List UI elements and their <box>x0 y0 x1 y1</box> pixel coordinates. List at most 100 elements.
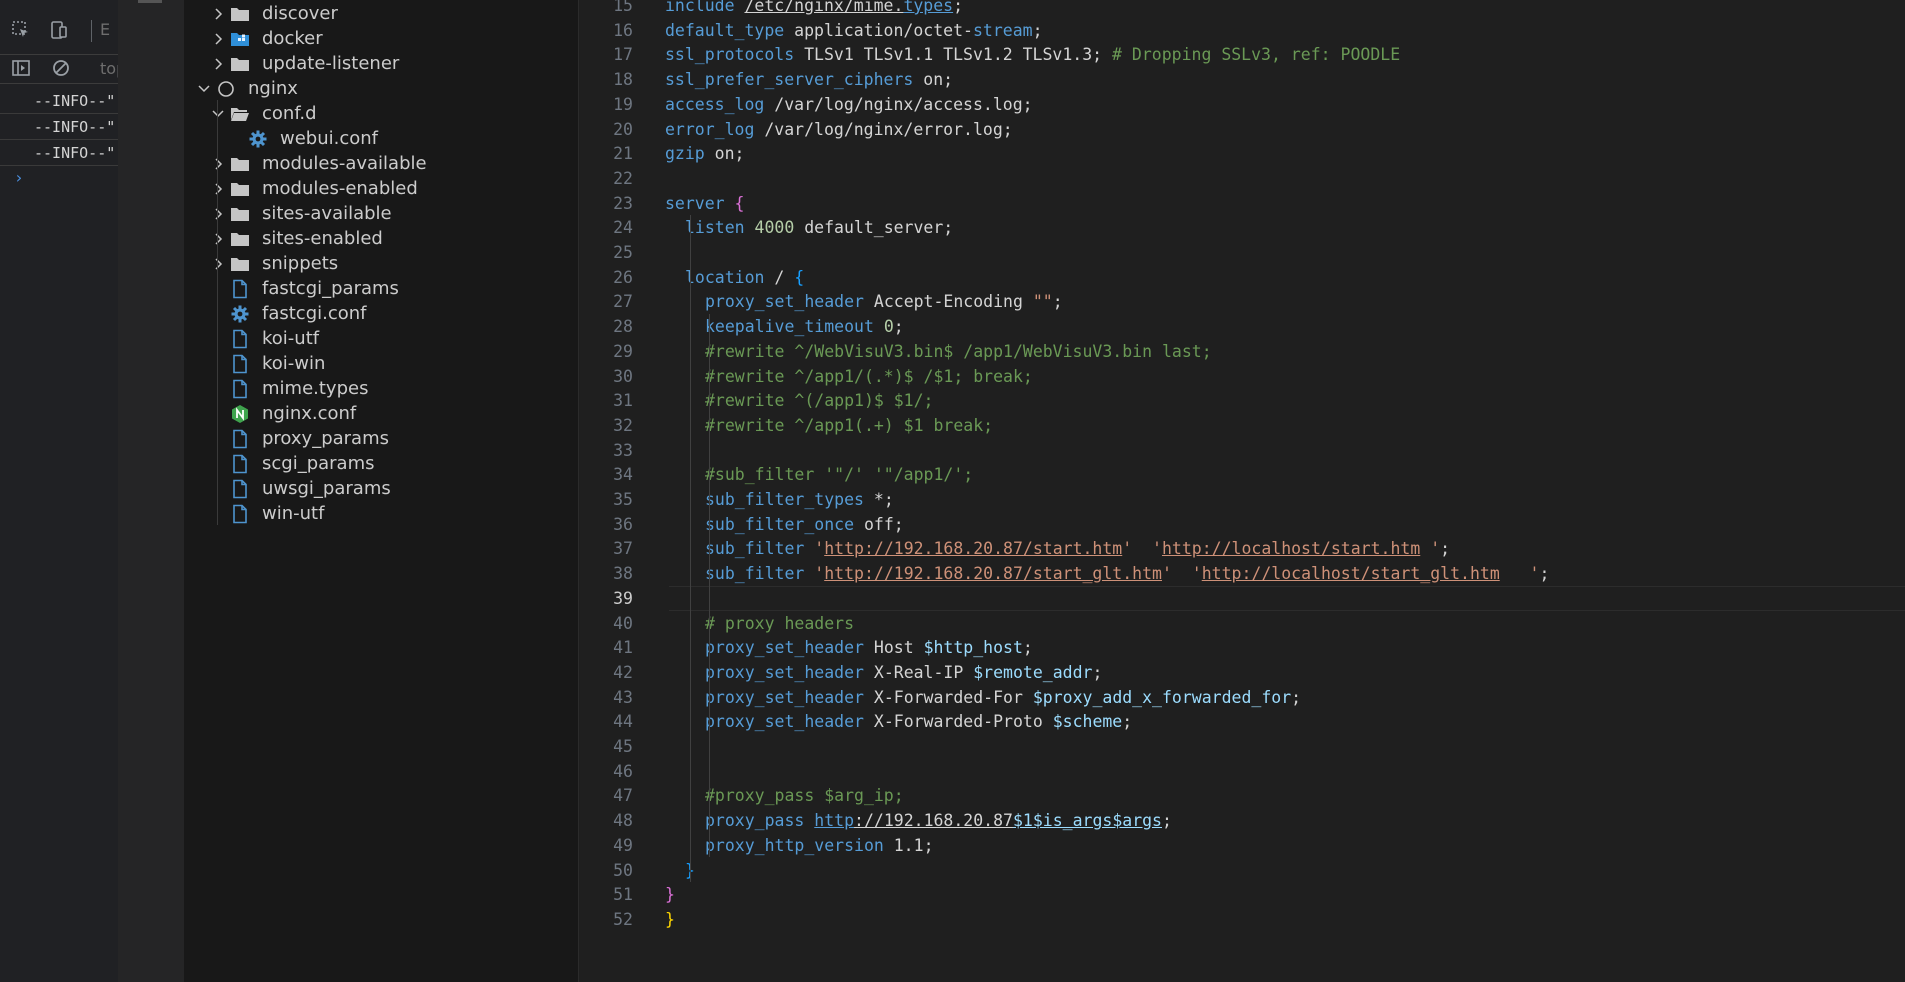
code-line[interactable]: 47 #proxy_pass $arg_ip; <box>579 783 1905 808</box>
code-line[interactable]: 30 #rewrite ^/app1/(.*)$ /$1; break; <box>579 364 1905 389</box>
code-line[interactable]: 49 proxy_http_version 1.1; <box>579 833 1905 858</box>
activity-gutter <box>118 0 184 982</box>
code-line[interactable]: 28 keepalive_timeout 0; <box>579 314 1905 339</box>
code-text: sub_filter_once off; <box>705 512 904 537</box>
line-number: 45 <box>613 737 633 756</box>
line-number: 15 <box>613 0 633 15</box>
line-number: 37 <box>613 539 633 559</box>
log-text: --INFO--" <box>34 92 116 110</box>
tree-item-win-utf[interactable]: win-utf <box>184 499 578 529</box>
code-token: ' ' <box>1161 564 1202 584</box>
code-token: X-Forwarded-For <box>873 687 1033 707</box>
code-line[interactable]: 23 server { <box>579 191 1905 216</box>
console-prompt[interactable]: › <box>14 168 24 187</box>
code-line[interactable]: 38 sub_filter 'http://192.168.20.87/start… <box>579 561 1905 586</box>
code-line[interactable]: 26 location / { <box>579 265 1905 290</box>
code-text: default_type application/octet-stream; <box>665 18 1043 43</box>
code-token: ; <box>1122 712 1133 732</box>
code-line[interactable]: 44 proxy_set_header X-Forwarded-Proto $sc… <box>579 709 1905 734</box>
code-text: location / { <box>685 265 804 290</box>
line-number: 44 <box>613 712 633 732</box>
docker-folder-icon <box>230 29 250 49</box>
code-line[interactable]: 19 access_log /var/log/nginx/access.log; <box>579 92 1905 117</box>
code-text: #rewrite ^/WebVisuV3.bin$ /app1/WebVisuV… <box>705 339 1212 364</box>
tree-item-label: win-utf <box>262 503 325 524</box>
code-editor[interactable]: ⌶ 15include /etc/nginx/mime.types;16defa… <box>579 0 1905 982</box>
code-token: http://192.168.20.87/start.htm <box>824 539 1123 559</box>
toolbar-divider <box>91 20 92 42</box>
code-line[interactable]: 25 <box>579 240 1905 265</box>
code-token: proxy_set_header <box>705 638 874 658</box>
clear-console-icon[interactable] <box>50 58 72 80</box>
line-number: 43 <box>613 687 633 707</box>
code-line[interactable]: 46 <box>579 759 1905 784</box>
device-toolbar-icon[interactable] <box>48 20 70 42</box>
line-number: 22 <box>613 168 633 188</box>
code-token: "" <box>1032 292 1053 312</box>
code-token: ; <box>1092 45 1113 65</box>
code-line[interactable]: 41 proxy_set_header Host $http_host; <box>579 635 1905 660</box>
inspect-element-icon[interactable] <box>10 20 32 42</box>
sidebar-toggle-icon[interactable] <box>10 58 32 80</box>
console-log-entry: --INFO--" <box>0 114 118 140</box>
code-line[interactable]: 27 proxy_set_header Accept-Encoding ""; <box>579 289 1905 314</box>
code-token: ' <box>814 564 825 584</box>
code-text: error_log /var/log/nginx/error.log; <box>665 117 1013 142</box>
code-line[interactable]: 33 <box>579 438 1905 463</box>
line-number: 40 <box>613 613 633 633</box>
code-token: ; <box>943 70 954 90</box>
code-line[interactable]: 48 proxy_pass http://192.168.20.87$1$is_a… <box>579 808 1905 833</box>
code-line[interactable]: 43 proxy_set_header X-Forwarded-For $prox… <box>579 685 1905 710</box>
code-line[interactable]: 37 sub_filter 'http://192.168.20.87/start… <box>579 536 1905 561</box>
code-line[interactable]: 24 listen 4000 default_server; <box>579 215 1905 240</box>
code-line[interactable]: 18 ssl_prefer_server_ciphers on; <box>579 67 1905 92</box>
code-token: http <box>814 811 855 831</box>
code-line[interactable]: 15 include /etc/nginx/mime.types; <box>579 0 1905 18</box>
log-text: --INFO--" <box>34 144 116 162</box>
code-line[interactable]: 21 gzip on; <box>579 141 1905 166</box>
code-token: #rewrite ^(/app1)$ $1/; <box>705 391 934 411</box>
code-line[interactable]: 40 # proxy headers <box>579 611 1905 636</box>
line-number: 26 <box>613 267 633 287</box>
code-line[interactable]: 51} <box>579 882 1905 907</box>
code-line[interactable]: 32 #rewrite ^/app1(.+) $1 break; <box>579 413 1905 438</box>
code-line[interactable]: 42 proxy_set_header X-Real-IP $remote_add… <box>579 660 1905 685</box>
folder-icon <box>230 179 250 199</box>
code-line[interactable]: 22 <box>579 166 1905 191</box>
line-number: 16 <box>613 20 633 40</box>
code-token: on <box>923 70 944 90</box>
code-token: # proxy headers <box>705 613 855 633</box>
code-token: ; <box>943 218 954 238</box>
code-token: default_type <box>665 20 795 40</box>
code-token: } <box>665 909 675 929</box>
code-token: ' <box>1499 564 1540 584</box>
code-token: default_server <box>804 218 944 238</box>
code-line[interactable]: 50} <box>579 858 1905 883</box>
toolbar-truncated-tab[interactable]: E <box>100 20 110 39</box>
code-line[interactable]: 17 ssl_protocols TLSv1 TLSv1.1 TLSv1.2 TL… <box>579 42 1905 67</box>
code-line[interactable]: 52} <box>579 907 1905 932</box>
line-number: 17 <box>613 45 633 65</box>
code-line[interactable]: 20 error_log /var/log/nginx/error.log; <box>579 117 1905 142</box>
code-text: #rewrite ^/app1(.+) $1 break; <box>705 413 993 438</box>
code-text: server { <box>665 191 744 216</box>
code-text: gzip on; <box>665 141 744 166</box>
code-line[interactable]: 45 <box>579 734 1905 759</box>
code-line[interactable]: 35 sub_filter_types *; <box>579 487 1905 512</box>
code-line[interactable]: 39 <box>579 585 1905 611</box>
code-token: ' ' <box>1122 539 1162 559</box>
code-token: ; <box>893 514 904 534</box>
code-text: proxy_set_header X-Forwarded-Proto $sche… <box>705 709 1132 734</box>
code-token: $1$is_args$args <box>1012 811 1162 831</box>
code-token: 1.1 <box>893 835 924 855</box>
file-explorer: discover docker update-listener nginx conf.d… <box>184 0 579 982</box>
code-token: ssl_prefer_server_ciphers <box>665 70 924 90</box>
code-token: gzip <box>665 144 715 164</box>
code-line[interactable]: 31 #rewrite ^(/app1)$ $1/; <box>579 388 1905 413</box>
code-line[interactable]: 34 #sub_filter '"/' '"/app1/'; <box>579 462 1905 487</box>
code-line[interactable]: 36 sub_filter_once off; <box>579 512 1905 537</box>
folder-icon <box>230 204 250 224</box>
code-token: /var/log/nginx/access.log <box>774 94 1023 114</box>
code-line[interactable]: 29 #rewrite ^/WebVisuV3.bin$ /app1/WebVis… <box>579 339 1905 364</box>
code-line[interactable]: 16 default_type application/octet-stream; <box>579 18 1905 43</box>
